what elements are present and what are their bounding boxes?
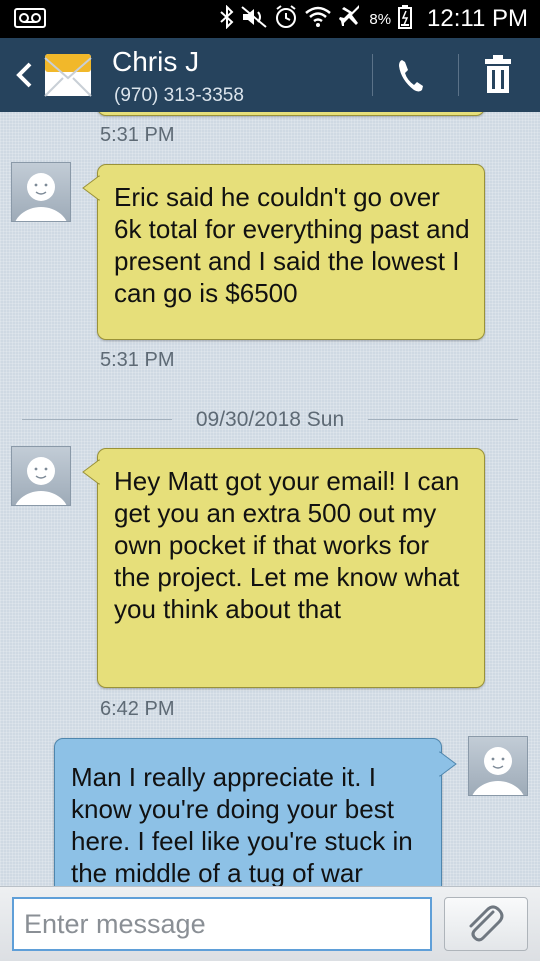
alarm-icon <box>274 4 298 34</box>
back-icon <box>16 62 32 88</box>
status-bar: 8% 12:11 PM <box>0 0 540 38</box>
header-divider <box>372 54 373 96</box>
contact-name: Chris J <box>112 46 200 77</box>
attach-button[interactable] <box>444 897 528 951</box>
delete-icon <box>485 55 511 93</box>
person-icon <box>472 747 524 795</box>
back-button[interactable] <box>10 58 40 92</box>
contact-number: (970) 313-3358 <box>114 85 244 106</box>
mute-icon <box>241 5 267 33</box>
voicemail-icon <box>14 8 46 33</box>
message-envelope-icon <box>43 52 93 98</box>
message-bubble-outgoing[interactable]: Man I really appreciate it. I know you'r… <box>54 738 457 886</box>
date-separator: 09/30/2018 Sun <box>22 408 518 432</box>
message-bubble-incoming[interactable]: Eric said he couldn't go over 6k total f… <box>82 164 485 340</box>
call-button[interactable] <box>380 52 444 98</box>
message-text: Man I really appreciate it. I know you'r… <box>71 762 413 886</box>
clock: 12:11 PM <box>427 5 528 32</box>
airplane-icon <box>338 4 362 34</box>
message-timestamp: 5:31 PM <box>100 124 175 146</box>
message-bubble-incoming[interactable] <box>97 112 485 116</box>
message-bubble-incoming[interactable]: Hey Matt got your email! I can get you a… <box>82 448 485 688</box>
message-timestamp: 6:42 PM <box>100 698 175 720</box>
bubble-tail <box>82 459 100 485</box>
delete-button[interactable] <box>466 52 530 98</box>
conversation-header: Chris J (970) 313-3358 <box>0 38 540 112</box>
person-icon <box>15 457 67 505</box>
my-avatar[interactable] <box>468 736 528 796</box>
attach-paperclip-icon <box>469 905 504 942</box>
contact-avatar[interactable] <box>11 446 71 506</box>
date-separator-text: 09/30/2018 Sun <box>195 408 345 431</box>
message-text: Hey Matt got your email! I can get you a… <box>114 466 460 624</box>
compose-bar <box>0 886 540 961</box>
bubble-tail <box>82 175 100 201</box>
call-icon <box>399 60 423 92</box>
message-timestamp: 5:31 PM <box>100 349 175 371</box>
message-list[interactable]: 5:31 PM Eric said he couldn't go over 6k… <box>0 112 540 886</box>
battery-percent: 8% <box>369 10 392 28</box>
person-icon <box>15 173 67 221</box>
wifi-icon <box>305 6 332 33</box>
contact-avatar[interactable] <box>11 162 71 222</box>
bluetooth-icon <box>220 4 234 34</box>
battery-icon <box>398 4 413 34</box>
message-text: Eric said he couldn't go over 6k total f… <box>114 182 470 308</box>
header-divider <box>458 54 459 96</box>
message-input[interactable] <box>12 897 432 951</box>
bubble-tail <box>439 751 457 777</box>
